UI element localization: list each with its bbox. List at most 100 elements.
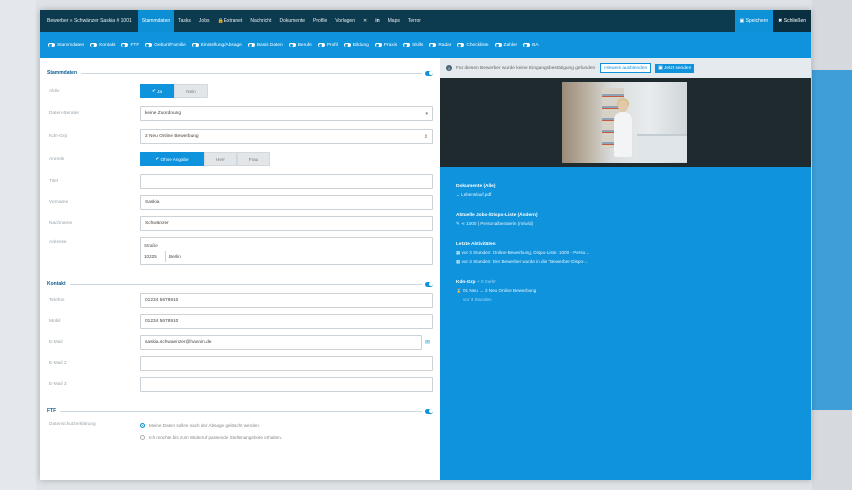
job-item[interactable]: ✎ ⋖ 1000 | Personalberaterin (m/w/d) bbox=[456, 221, 538, 227]
field-label: Aktiv bbox=[49, 88, 60, 94]
nachname-input[interactable]: Schwänzer bbox=[140, 216, 433, 231]
nav-profile[interactable]: Profile bbox=[309, 10, 331, 32]
section-toggle[interactable] bbox=[425, 408, 433, 414]
titel-input[interactable] bbox=[140, 174, 433, 189]
nav-vorlagen[interactable]: Vorlagen bbox=[331, 10, 359, 32]
nav-maps[interactable]: Maps bbox=[384, 10, 404, 32]
activity-text: vor 3 Stunden: Der Bewerber wurde in die… bbox=[461, 259, 589, 264]
kdn-grp-title: Kdn-Grp bbox=[456, 280, 476, 285]
field-label: Nachname bbox=[49, 221, 73, 226]
nav-terror[interactable]: Terror bbox=[404, 10, 425, 32]
row-nachname: Nachname Schwänzer bbox=[47, 216, 433, 231]
activity-item[interactable]: ▦ vor 3 Stunden: Der Bewerber wurde in d… bbox=[456, 259, 589, 265]
toggle-icon bbox=[48, 43, 55, 47]
section-toggle[interactable] bbox=[425, 281, 433, 287]
row-telefon: Telefon 01234 5678910 bbox=[47, 293, 433, 308]
document-item[interactable]: ⌄ Lebenslauf.pdf bbox=[456, 192, 495, 198]
activity-item[interactable]: ▦ vor 3 Stunden: Online-Bewerbung, Dispo… bbox=[456, 250, 589, 256]
toggle-icon bbox=[403, 43, 411, 47]
row-titel: Titel bbox=[47, 174, 433, 189]
section-header-stammdaten: Stammdaten bbox=[47, 68, 433, 78]
hide-notice-button[interactable]: Hinweis ausblenden bbox=[600, 63, 652, 73]
aktiv-yes-button[interactable]: ✔ Ja bbox=[140, 84, 174, 98]
toggle-icon bbox=[90, 43, 98, 47]
tab-basis-daten[interactable]: Basis Daten bbox=[245, 38, 286, 52]
kdn-grp-block: Kdn-Grp + 0 mehr ⌛ 01 Neu → 2 Neu Online… bbox=[456, 280, 536, 305]
aktiv-no-button[interactable]: Nein bbox=[174, 84, 208, 98]
xing-icon[interactable]: ✕ bbox=[359, 10, 371, 32]
radio-unchecked-icon bbox=[140, 434, 145, 440]
nav-nachricht[interactable]: Nachricht bbox=[246, 10, 275, 32]
kdn-grp-time: vor 3 Stunden bbox=[463, 297, 492, 302]
field-label: E-Mail 2 bbox=[49, 361, 67, 366]
linkedin-icon[interactable]: in bbox=[371, 10, 383, 32]
save-button[interactable]: ▣ Speichern bbox=[734, 10, 774, 32]
nav-extranet[interactable]: 🔒 Extranet bbox=[213, 10, 246, 32]
radio-option-keep[interactable]: Ich möchte bis zum Widerruf passende Ste… bbox=[140, 432, 433, 442]
nav-stammdaten[interactable]: Stammdaten bbox=[137, 10, 175, 32]
activity-text: vor 3 Stunden: Online-Bewerbung, Dispo-L… bbox=[461, 250, 590, 255]
divider bbox=[69, 283, 422, 285]
tab-geburt-familie[interactable]: Geburt/Familie bbox=[142, 38, 188, 52]
kdn-grp-select[interactable]: 2 Neu Online Bewerbung ⇕ bbox=[140, 129, 433, 144]
dokumente-title[interactable]: Dokumente (Alle) bbox=[456, 184, 495, 189]
tab-label: Einstellung/Absage bbox=[200, 42, 242, 48]
toggle-icon bbox=[457, 43, 465, 47]
tab-stammdaten[interactable]: Stammdaten bbox=[45, 38, 87, 52]
field-control: saskia.schwaenzer@hannin.de ✉ bbox=[140, 335, 433, 350]
notice-bar: i Für diesen Bewerber wurde keine Eingan… bbox=[440, 58, 811, 78]
anrede-ohne-angabe-button[interactable]: ✔ Ohne Angabe bbox=[140, 152, 204, 166]
field-control bbox=[140, 174, 433, 189]
daten-berater-select[interactable]: keine Zuordnung ▾ bbox=[140, 106, 433, 121]
ort-input[interactable]: Berlin bbox=[166, 254, 181, 259]
email3-input[interactable] bbox=[140, 377, 433, 392]
row-daten-berater: Daten-Berater keine Zuordnung ▾ bbox=[47, 106, 433, 121]
field-label: Titel bbox=[49, 179, 58, 184]
kdn-grp-header: Kdn-Grp + 0 mehr bbox=[456, 280, 536, 285]
photo-desk bbox=[637, 134, 687, 162]
tab-einstellung-absage[interactable]: Einstellung/Absage bbox=[189, 38, 245, 52]
email-input[interactable]: saskia.schwaenzer@hannin.de bbox=[140, 335, 422, 350]
field-control: keine Zuordnung ▾ bbox=[140, 106, 433, 121]
jobs-title[interactable]: Aktuelle Jobs-/Dispo-Liste (Ändern) bbox=[456, 213, 538, 218]
section-toggle[interactable] bbox=[425, 70, 433, 76]
anrede-frau-button[interactable]: Frau bbox=[237, 152, 270, 166]
strasse-input[interactable]: Straße bbox=[144, 240, 429, 251]
tab-berufe[interactable]: Berufe bbox=[286, 38, 315, 52]
nav-dokumente[interactable]: Dokumente bbox=[275, 10, 309, 32]
send-now-button[interactable]: ▣ Jetzt senden bbox=[655, 63, 695, 73]
nav-tasks[interactable]: Tasks bbox=[174, 10, 195, 32]
photo-area bbox=[440, 78, 811, 167]
tab-ftf[interactable]: FTF bbox=[118, 38, 142, 52]
field-label: E-Mail 3 bbox=[49, 382, 67, 387]
anrede-herr-button[interactable]: Herr bbox=[204, 152, 237, 166]
applicant-modal: Bewerber » Schwänzer Saskia # 1001 Stamm… bbox=[40, 10, 811, 480]
tab-kontakt[interactable]: Kontakt bbox=[87, 38, 118, 52]
info-panel: i Für diesen Bewerber wurde keine Eingan… bbox=[440, 58, 811, 480]
mobil-input[interactable]: 01234 5678910 bbox=[140, 314, 433, 329]
applicant-photo[interactable] bbox=[562, 82, 687, 163]
kdn-more-link[interactable]: + 0 mehr bbox=[477, 280, 496, 285]
email2-input[interactable] bbox=[140, 356, 433, 371]
telefon-input[interactable]: 01234 5678910 bbox=[140, 293, 433, 308]
nav-jobs[interactable]: Jobs bbox=[195, 10, 214, 32]
info-icon: i bbox=[446, 65, 452, 71]
tab-bildung[interactable]: Bildung bbox=[341, 38, 372, 52]
dokumente-block: Dokumente (Alle) ⌄ Lebenslauf.pdf bbox=[456, 184, 495, 201]
tab-praxis[interactable]: Praxis bbox=[372, 38, 400, 52]
field-label: Mobil bbox=[49, 319, 61, 324]
tab-ba[interactable]: BA bbox=[520, 38, 541, 52]
plz-input[interactable]: 10225 bbox=[144, 251, 166, 262]
tab-profil[interactable]: Profil bbox=[315, 38, 341, 52]
select-value: keine Zuordnung bbox=[145, 111, 182, 116]
tab-checkliste[interactable]: Checkliste bbox=[454, 38, 491, 52]
vorname-input[interactable]: Saskia bbox=[140, 195, 433, 210]
address-box: Straße 10225 Berlin bbox=[140, 237, 433, 265]
tab-radar[interactable]: Radar bbox=[426, 38, 454, 52]
tab-skills[interactable]: Skills bbox=[400, 38, 426, 52]
tab-zahler[interactable]: Zahler bbox=[492, 38, 521, 52]
radio-option-delete[interactable]: Meine Daten sollen nach der Absage gelös… bbox=[140, 420, 433, 430]
mail-icon[interactable]: ✉ bbox=[425, 339, 433, 346]
close-button[interactable]: ✖ Schließen bbox=[773, 10, 811, 32]
hourglass-icon: ⌛ bbox=[456, 288, 463, 293]
